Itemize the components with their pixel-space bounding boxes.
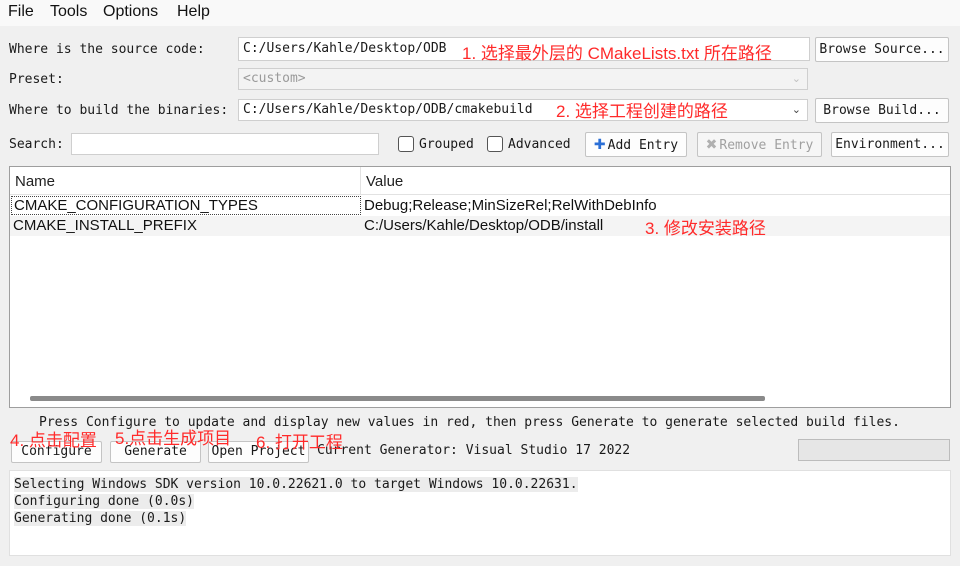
progress-bar (798, 439, 950, 461)
log-text: Selecting Windows SDK version 10.0.22621… (14, 477, 578, 492)
advanced-label: Advanced (508, 137, 571, 152)
log-line: Configuring done (0.0s) (14, 494, 946, 511)
grouped-checkbox[interactable] (398, 136, 414, 152)
row-value[interactable]: Debug;Release;MinSizeRel;RelWithDebInfo (364, 197, 657, 214)
annotation-6: 6. 打开工程 (256, 433, 343, 452)
plus-icon: ✚ (593, 137, 606, 153)
browse-source-button[interactable]: Browse Source... (815, 37, 949, 62)
column-divider[interactable] (360, 167, 361, 195)
search-input[interactable] (71, 133, 379, 155)
menu-tools[interactable]: Tools (50, 3, 87, 21)
add-entry-button[interactable]: ✚ Add Entry (585, 132, 687, 157)
preset-value: <custom> (243, 71, 306, 86)
row-name[interactable]: CMAKE_INSTALL_PREFIX (13, 217, 197, 234)
log-text: Configuring done (0.0s) (14, 494, 195, 509)
remove-entry-button[interactable]: ✖ Remove Entry (697, 132, 822, 157)
browse-build-button[interactable]: Browse Build... (815, 98, 949, 123)
environment-button[interactable]: Environment... (831, 132, 949, 157)
annotation-2: 2. 选择工程创建的路径 (556, 102, 728, 121)
source-label: Where is the source code: (9, 42, 205, 57)
remove-entry-label: Remove Entry (719, 138, 814, 153)
table-header: Name Value (10, 167, 950, 195)
cache-table: Name Value CMAKE_CONFIGURATION_TYPES Deb… (9, 166, 951, 408)
advanced-checkbox[interactable] (487, 136, 503, 152)
menu-bar: File Tools Options Help (0, 0, 960, 26)
preset-label: Preset: (9, 72, 64, 87)
log-line: Generating done (0.1s) (14, 511, 946, 528)
add-entry-label: Add Entry (607, 138, 679, 153)
menu-help[interactable]: Help (177, 3, 210, 21)
grouped-label: Grouped (419, 137, 474, 152)
build-path-value: C:/Users/Kahle/Desktop/ODB/cmakebuild (243, 102, 533, 117)
horizontal-scrollbar[interactable] (30, 396, 765, 401)
column-header-name[interactable]: Name (15, 173, 55, 190)
menu-file[interactable]: File (8, 3, 34, 21)
preset-dropdown[interactable]: <custom> ⌄ (238, 68, 808, 90)
output-log[interactable]: Selecting Windows SDK version 10.0.22621… (9, 470, 951, 556)
annotation-3: 3. 修改安装路径 (645, 219, 766, 238)
build-label: Where to build the binaries: (9, 103, 229, 118)
search-label: Search: (9, 137, 64, 152)
table-row[interactable]: CMAKE_CONFIGURATION_TYPES Debug;Release;… (10, 196, 950, 216)
current-generator: Current Generator: Visual Studio 17 2022 (317, 443, 631, 458)
chevron-down-icon: ⌄ (791, 72, 801, 85)
row-name[interactable]: CMAKE_CONFIGURATION_TYPES (11, 196, 361, 215)
menu-options[interactable]: Options (103, 3, 158, 21)
column-header-value[interactable]: Value (366, 173, 403, 190)
annotation-1: 1. 选择最外层的 CMakeLists.txt 所在路径 (462, 44, 772, 63)
log-text: Generating done (0.1s) (14, 511, 187, 526)
table-row[interactable]: CMAKE_INSTALL_PREFIX C:/Users/Kahle/Desk… (10, 216, 950, 236)
log-line: Selecting Windows SDK version 10.0.22621… (14, 477, 946, 494)
chevron-down-icon[interactable]: ⌄ (792, 103, 801, 116)
row-value[interactable]: C:/Users/Kahle/Desktop/ODB/install (364, 217, 603, 234)
x-icon: ✖ (705, 137, 718, 153)
source-path-value: C:/Users/Kahle/Desktop/ODB (243, 41, 447, 56)
annotation-5: 5.点击生成项目 (115, 429, 232, 448)
annotation-4: 4. 点击配置 (10, 431, 97, 450)
